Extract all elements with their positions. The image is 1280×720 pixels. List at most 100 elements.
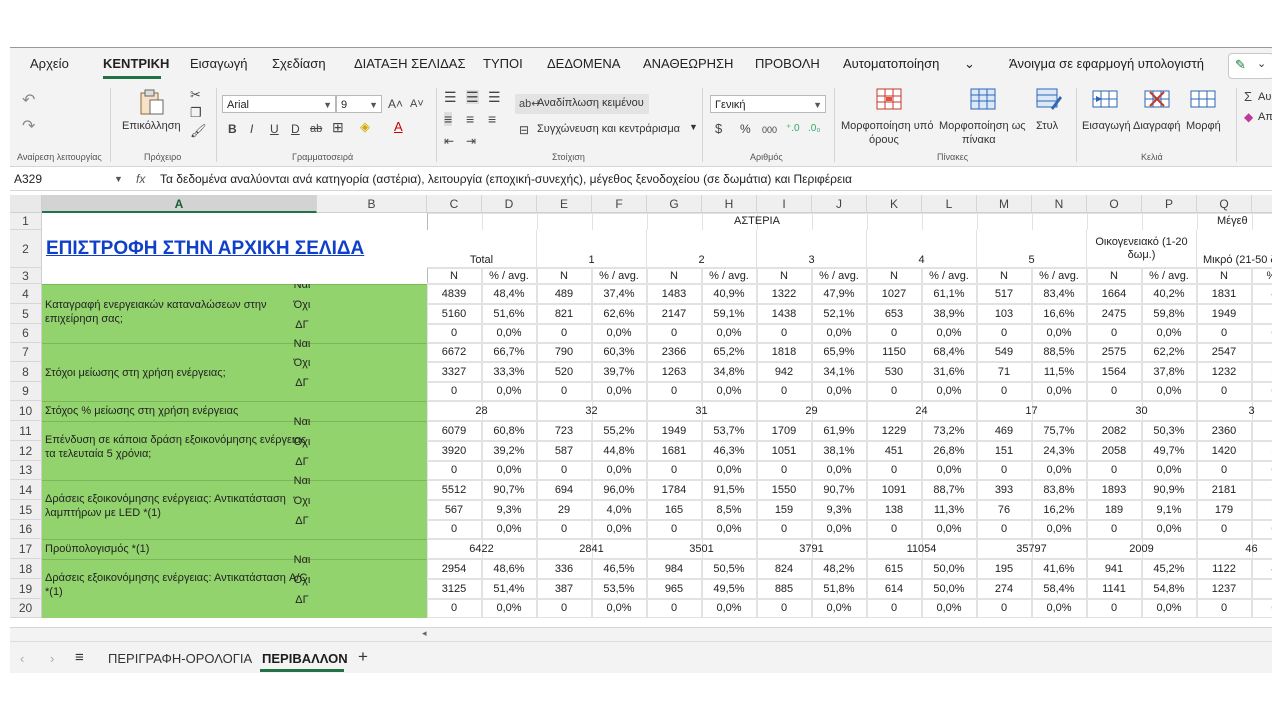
cell-styles-icon[interactable] <box>1036 88 1062 110</box>
data-cell[interactable]: 75,7% <box>1032 421 1087 441</box>
wrap-text-button[interactable]: ab↵ Αναδίπλωση κειμένου <box>515 94 649 114</box>
menu-automate[interactable]: Αυτοματοποίηση <box>843 56 939 71</box>
row-header-1[interactable]: 1 <box>10 213 42 230</box>
data-cell[interactable]: 83,8% <box>1032 480 1087 500</box>
data-cell[interactable]: 1818 <box>757 343 812 362</box>
data-cell[interactable]: 39,7% <box>592 362 647 382</box>
strikethrough-button[interactable]: ab <box>310 122 322 136</box>
data-cell[interactable]: 47, <box>1252 559 1272 579</box>
data-cell[interactable]: 0,0% <box>592 520 647 539</box>
row-header-7[interactable]: 7 <box>10 343 42 362</box>
data-cell[interactable]: 530 <box>867 362 922 382</box>
bold-button[interactable]: B <box>228 122 237 136</box>
tab-environment[interactable]: ΠΕΡΙΒΑΛΛΟΝ <box>262 651 348 666</box>
decrease-decimal-icon[interactable]: .0₀ <box>808 122 821 136</box>
data-cell[interactable]: 189 <box>1087 500 1142 520</box>
data-cell[interactable]: 1051 <box>757 441 812 461</box>
data-cell[interactable]: 54,8% <box>1142 579 1197 599</box>
data-cell[interactable]: 694 <box>537 480 592 500</box>
scissors-icon[interactable]: ✂ <box>190 88 201 102</box>
data-cell[interactable]: 61,9% <box>812 421 867 441</box>
data-cell[interactable]: 138 <box>867 500 922 520</box>
data-cell[interactable]: 1232 <box>1197 362 1252 382</box>
data-cell[interactable]: 165 <box>647 500 702 520</box>
align-top-icon[interactable]: ☰ <box>444 90 457 104</box>
delete-cells-icon[interactable] <box>1144 88 1170 110</box>
data-cell[interactable]: 52,1% <box>812 304 867 324</box>
data-cell[interactable]: 2547 <box>1197 343 1252 362</box>
data-cell[interactable]: 0,0 <box>1252 382 1272 401</box>
data-cell[interactable]: 60,3% <box>592 343 647 362</box>
data-cell[interactable]: 0,0% <box>592 461 647 480</box>
data-cell[interactable]: 76 <box>977 500 1032 520</box>
column-header-p[interactable]: P <box>1142 195 1197 213</box>
data-cell[interactable]: 2147 <box>647 304 702 324</box>
data-cell[interactable]: 0 <box>537 599 592 618</box>
data-cell[interactable]: 0,0% <box>482 520 537 539</box>
data-cell[interactable]: 1141 <box>1087 579 1142 599</box>
data-cell[interactable]: 5160 <box>427 304 482 324</box>
data-cell[interactable]: 1420 <box>1197 441 1252 461</box>
data-cell[interactable]: 587 <box>537 441 592 461</box>
data-cell[interactable]: 0 <box>867 520 922 539</box>
data-cell[interactable]: 35797 <box>977 539 1087 559</box>
tab-description[interactable]: ΠΕΡΙΓΡΑΦΗ-ΟΡΟΛΟΓΙΑ <box>108 651 252 666</box>
data-cell[interactable]: 48,2% <box>812 559 867 579</box>
decrease-font-icon[interactable]: A˅ <box>410 97 424 111</box>
data-cell[interactable]: 3791 <box>757 539 867 559</box>
menu-page-layout[interactable]: ΔΙΑΤΑΞΗ ΣΕΛΙΔΑΣ <box>354 56 466 71</box>
data-cell[interactable]: 26,8% <box>922 441 977 461</box>
data-cell[interactable]: 51,6% <box>482 304 537 324</box>
data-cell[interactable]: 0 <box>977 324 1032 343</box>
column-header-h[interactable]: H <box>702 195 757 213</box>
data-cell[interactable]: 1831 <box>1197 284 1252 304</box>
data-cell[interactable]: 41,6% <box>1032 559 1087 579</box>
data-cell[interactable]: 151 <box>977 441 1032 461</box>
data-cell[interactable]: 0,0% <box>1142 520 1197 539</box>
insert-label[interactable]: Εισαγωγή <box>1082 120 1131 132</box>
data-cell[interactable]: 33,3% <box>482 362 537 382</box>
data-cell[interactable]: 0 <box>1197 599 1252 618</box>
data-cell[interactable]: 29 <box>757 401 867 421</box>
font-size-select[interactable]: 9 ▼ <box>336 95 382 113</box>
data-cell[interactable]: 16,6% <box>1032 304 1087 324</box>
home-page-link[interactable]: ΕΠΙΣΤΡΟΦΗ ΣΤΗΝ ΑΡΧΙΚΗ ΣΕΛΙΔΑ <box>46 238 364 260</box>
menu-view[interactable]: ΠΡΟΒΟΛΗ <box>755 56 820 71</box>
data-cell[interactable]: 0,0% <box>702 599 757 618</box>
data-cell[interactable]: 38,1% <box>812 441 867 461</box>
data-cell[interactable]: 51, <box>1252 304 1272 324</box>
underline-button[interactable]: U <box>270 122 279 136</box>
column-header-b[interactable]: B <box>317 195 427 213</box>
data-cell[interactable]: 0 <box>757 599 812 618</box>
styles-label[interactable]: Στυλ <box>1036 120 1058 132</box>
data-cell[interactable]: 567 <box>427 500 482 520</box>
data-cell[interactable]: 0 <box>977 461 1032 480</box>
data-cell[interactable]: 0 <box>647 382 702 401</box>
formula-input[interactable]: Τα δεδομένα αναλύονται ανά κατηγορία (ασ… <box>160 170 852 188</box>
data-cell[interactable]: 489 <box>537 284 592 304</box>
data-cell[interactable]: 47,9% <box>812 284 867 304</box>
menu-data[interactable]: ΔΕΔΟΜΕΝΑ <box>547 56 620 71</box>
data-cell[interactable]: 40,2% <box>1142 284 1197 304</box>
data-cell[interactable]: 1784 <box>647 480 702 500</box>
data-cell[interactable]: 0 <box>977 382 1032 401</box>
row-header-5[interactable]: 5 <box>10 304 42 324</box>
data-cell[interactable]: 517 <box>977 284 1032 304</box>
data-cell[interactable]: 3125 <box>427 579 482 599</box>
indent-increase-icon[interactable]: ⇥ <box>466 134 476 148</box>
data-cell[interactable]: 49,7% <box>1142 441 1197 461</box>
data-cell[interactable]: 44,8% <box>592 441 647 461</box>
align-middle-icon[interactable]: ☰ <box>466 90 479 104</box>
data-cell[interactable]: 11,5% <box>1032 362 1087 382</box>
clear-icon[interactable]: ◆ <box>1244 110 1253 124</box>
row-header-11[interactable]: 11 <box>10 421 42 441</box>
data-cell[interactable]: 723 <box>537 421 592 441</box>
align-center-icon[interactable]: ≡ <box>466 112 474 126</box>
data-cell[interactable]: 51,4% <box>482 579 537 599</box>
editing-mode-button[interactable]: ✎ ⌄ <box>1228 53 1272 79</box>
data-cell[interactable]: 65,2% <box>702 343 757 362</box>
data-cell[interactable]: 50,3% <box>1142 421 1197 441</box>
column-header-f[interactable]: F <box>592 195 647 213</box>
thousands-button[interactable]: 000 <box>762 123 777 137</box>
data-cell[interactable]: 0 <box>757 461 812 480</box>
